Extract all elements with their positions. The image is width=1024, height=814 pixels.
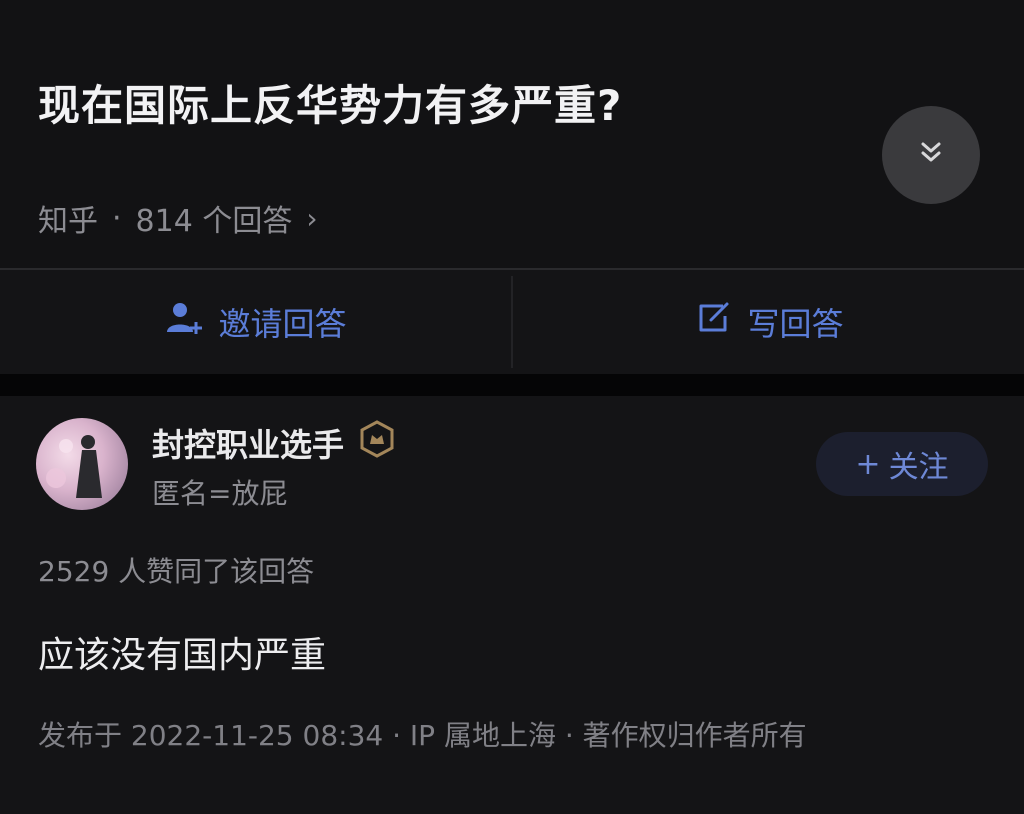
- invite-answer-button[interactable]: 邀请回答: [0, 270, 511, 374]
- answer-count: 814 个回答: [135, 204, 293, 239]
- publish-info: 发布于 2022-11-25 08:34 · IP 属地上海 · 著作权归作者所…: [38, 719, 807, 752]
- write-answer-label: 写回答: [747, 305, 844, 343]
- add-user-icon: [164, 300, 204, 344]
- author-name-text: 封控职业选手: [152, 426, 345, 464]
- follow-label: 关注: [888, 450, 949, 485]
- question-header: 现在国际上反华势力有多严重? 知乎 · 814 个回答 ›: [0, 0, 1024, 268]
- edit-icon: [693, 298, 733, 346]
- invite-answer-label: 邀请回答: [218, 305, 347, 343]
- chevron-right-icon: ›: [306, 201, 318, 235]
- write-answer-button[interactable]: 写回答: [513, 270, 1024, 374]
- answer-content[interactable]: 应该没有国内严重: [38, 626, 326, 678]
- question-meta[interactable]: 知乎 · 814 个回答 ›: [38, 196, 318, 240]
- collapse-button[interactable]: [882, 106, 980, 204]
- question-title: 现在国际上反华势力有多严重?: [38, 81, 623, 130]
- action-bar: 邀请回答 写回答: [0, 268, 1024, 374]
- answer-card: 封控职业选手 匿名=放屁 + 关注 2529 人赞同了该回答 应该没有国内严重 …: [0, 396, 1024, 814]
- meta-separator: ·: [112, 200, 122, 236]
- section-divider: [0, 374, 1024, 396]
- plus-icon: +: [855, 446, 881, 482]
- follow-button[interactable]: + 关注: [816, 432, 988, 496]
- author-bio: 匿名=放屁: [152, 477, 288, 510]
- double-chevron-down-icon: [916, 138, 946, 172]
- source-label: 知乎: [38, 204, 98, 239]
- likes-count: 2529 人赞同了该回答: [38, 555, 315, 588]
- avatar[interactable]: [36, 418, 128, 510]
- author-name[interactable]: 封控职业选手: [152, 420, 396, 466]
- badge-icon: [358, 420, 396, 466]
